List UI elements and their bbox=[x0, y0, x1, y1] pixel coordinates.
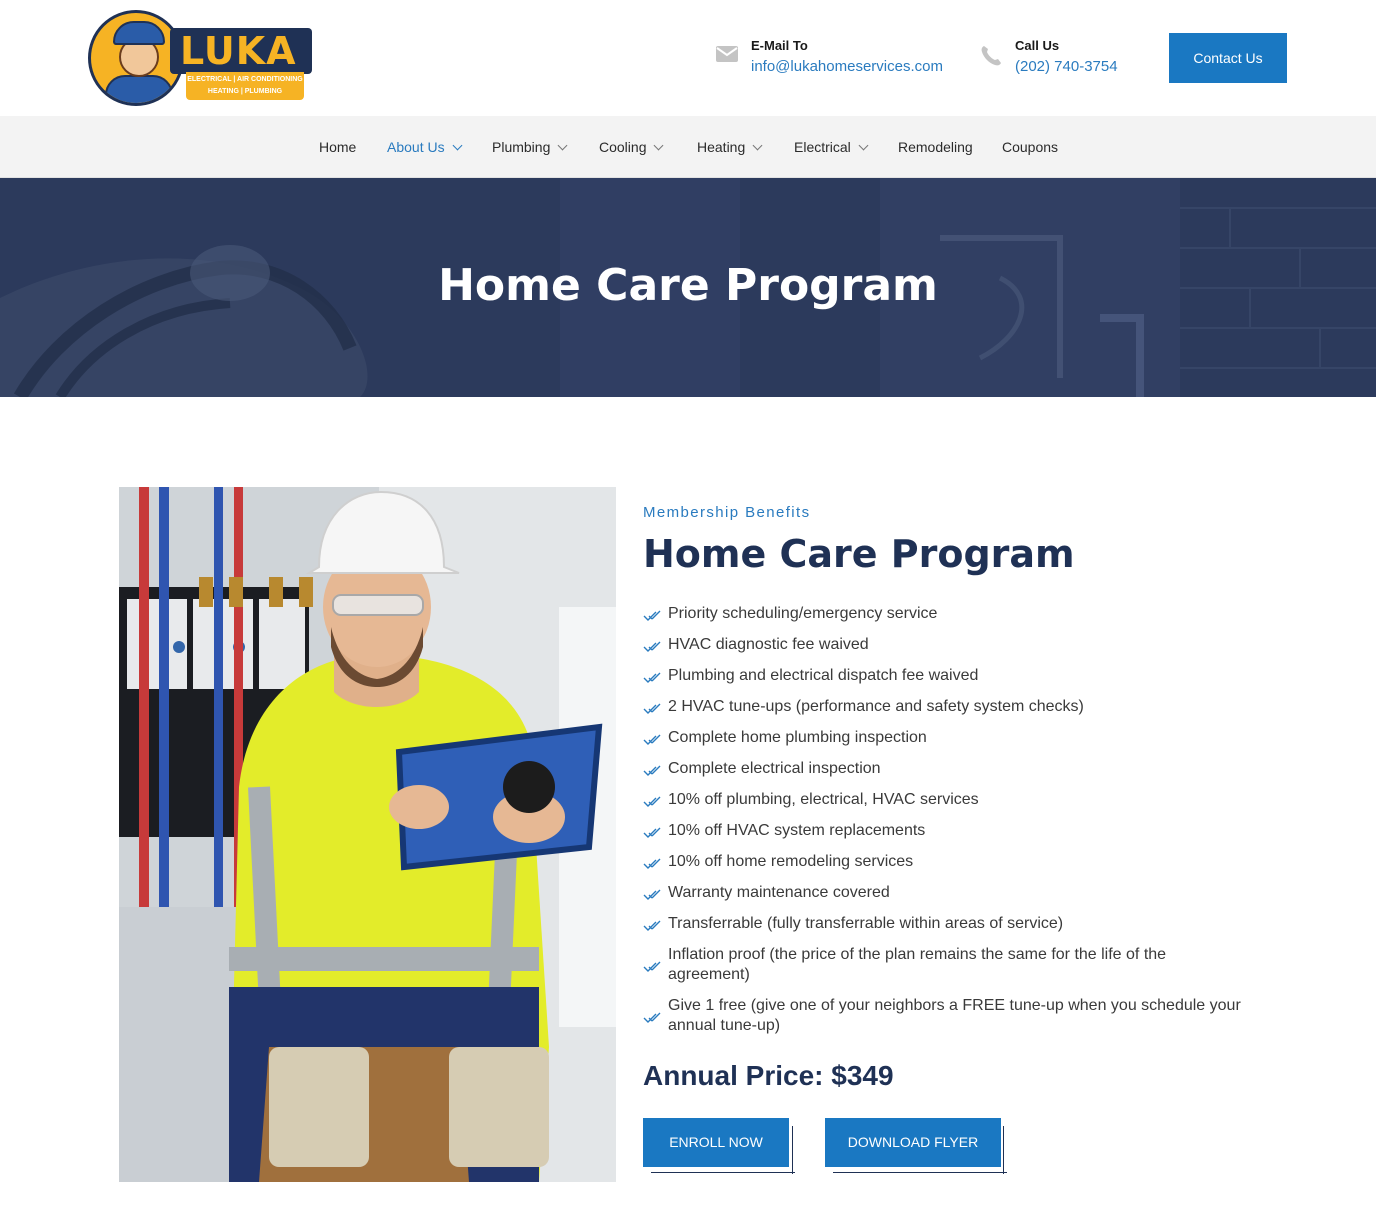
nav-label: Plumbing bbox=[492, 139, 551, 155]
double-check-icon bbox=[643, 827, 661, 838]
nav-item-electrical[interactable]: Electrical bbox=[794, 116, 869, 178]
chevron-down-icon bbox=[557, 140, 568, 151]
chevron-down-icon bbox=[858, 140, 869, 151]
nav-label: Electrical bbox=[794, 139, 851, 155]
benefit-text: 10% off plumbing, electrical, HVAC servi… bbox=[668, 791, 979, 808]
benefit-text: Complete home plumbing inspection bbox=[668, 729, 927, 746]
site-logo[interactable]: LUKA ELECTRICAL | AIR CONDITIONING HEATI… bbox=[88, 6, 314, 110]
button-accent-line bbox=[1003, 1126, 1004, 1174]
benefit-text: Give 1 free (give one of your neighbors … bbox=[668, 997, 1241, 1034]
annual-price: Annual Price: $349 bbox=[643, 1060, 894, 1091]
benefit-text: Transferrable (fully transferrable withi… bbox=[668, 915, 1064, 932]
nav-item-home[interactable]: Home bbox=[319, 116, 356, 178]
envelope-icon bbox=[715, 44, 739, 68]
chevron-down-icon bbox=[752, 140, 763, 151]
double-check-icon bbox=[643, 641, 661, 652]
nav-label: Remodeling bbox=[898, 139, 973, 155]
double-check-icon bbox=[643, 672, 661, 683]
nav-item-about-us[interactable]: About Us bbox=[387, 116, 463, 178]
section-eyebrow: Membership Benefits bbox=[643, 504, 811, 521]
nav-label: Cooling bbox=[599, 139, 647, 155]
nav-item-heating[interactable]: Heating bbox=[697, 116, 763, 178]
benefit-item: 10% off plumbing, electrical, HVAC servi… bbox=[643, 790, 979, 810]
site-header: LUKA ELECTRICAL | AIR CONDITIONING HEATI… bbox=[0, 0, 1376, 116]
chevron-down-icon bbox=[654, 140, 664, 151]
technician-illustration bbox=[119, 487, 616, 1182]
benefit-text: 2 HVAC tune-ups (performance and safety … bbox=[668, 698, 1084, 715]
logo-wordmark: LUKA bbox=[180, 29, 297, 73]
double-check-icon bbox=[643, 703, 661, 714]
technician-photo bbox=[119, 487, 616, 1182]
benefit-text: Plumbing and electrical dispatch fee wai… bbox=[668, 667, 979, 684]
double-check-icon bbox=[643, 858, 661, 869]
benefit-item: 2 HVAC tune-ups (performance and safety … bbox=[643, 697, 1084, 717]
benefit-text: HVAC diagnostic fee waived bbox=[668, 636, 869, 653]
nav-item-cooling[interactable]: Cooling bbox=[599, 116, 664, 178]
phone-label: Call Us bbox=[1015, 38, 1060, 53]
double-check-icon bbox=[643, 734, 661, 745]
double-check-icon bbox=[643, 796, 661, 807]
benefit-item: 10% off HVAC system replacements bbox=[643, 821, 925, 841]
benefit-text: Inflation proof (the price of the plan r… bbox=[668, 946, 1167, 983]
benefit-item: HVAC diagnostic fee waived bbox=[643, 635, 869, 655]
phone-icon bbox=[979, 44, 1003, 68]
nav-item-remodeling[interactable]: Remodeling bbox=[898, 116, 973, 178]
double-check-icon bbox=[643, 920, 661, 931]
page-hero: Home Care Program bbox=[0, 178, 1376, 397]
benefit-item: Complete home plumbing inspection bbox=[643, 728, 927, 748]
mascot-cap bbox=[113, 21, 165, 45]
double-check-icon bbox=[643, 610, 661, 621]
benefit-item: Priority scheduling/emergency service bbox=[643, 604, 937, 624]
benefit-item: Transferrable (fully transferrable withi… bbox=[643, 914, 1063, 934]
contact-us-button[interactable]: Contact Us bbox=[1169, 33, 1287, 83]
benefit-item: Plumbing and electrical dispatch fee wai… bbox=[643, 666, 978, 686]
nav-label: Coupons bbox=[1002, 139, 1059, 155]
phone-link[interactable]: (202) 740-3754 bbox=[1015, 58, 1118, 75]
nav-label: Home bbox=[319, 139, 357, 155]
benefit-item: Warranty maintenance covered bbox=[643, 883, 890, 903]
nav-item-coupons[interactable]: Coupons bbox=[1002, 116, 1058, 178]
chevron-down-icon bbox=[452, 140, 463, 151]
benefit-text: Priority scheduling/emergency service bbox=[668, 605, 938, 622]
section-title: Home Care Program bbox=[643, 532, 1075, 576]
email-label: E-Mail To bbox=[751, 38, 808, 53]
benefit-text: 10% off HVAC system replacements bbox=[668, 822, 926, 839]
benefit-text: 10% off home remodeling services bbox=[668, 853, 914, 870]
logo-tagline-line1: ELECTRICAL | AIR CONDITIONING bbox=[187, 76, 303, 83]
benefit-item: Give 1 free (give one of your neighbors … bbox=[643, 996, 1243, 1036]
enroll-now-button[interactable]: ENROLL NOW bbox=[643, 1118, 789, 1167]
email-link[interactable]: info@lukahomeservices.com bbox=[751, 58, 943, 75]
main-nav: Home About Us Plumbing Cooling Heating E… bbox=[0, 116, 1376, 178]
double-check-icon bbox=[643, 765, 661, 776]
mascot-body bbox=[105, 75, 173, 103]
nav-label: About Us bbox=[387, 139, 445, 155]
logo-tagline-line2: HEATING | PLUMBING bbox=[207, 88, 283, 95]
double-check-icon bbox=[643, 961, 661, 972]
double-check-icon bbox=[643, 1012, 661, 1023]
benefit-text: Warranty maintenance covered bbox=[668, 884, 890, 901]
double-check-icon bbox=[643, 889, 661, 900]
logo-tagline: ELECTRICAL | AIR CONDITIONING HEATING | … bbox=[186, 72, 304, 100]
button-accent-line bbox=[792, 1126, 793, 1174]
benefit-item: Inflation proof (the price of the plan r… bbox=[643, 945, 1223, 985]
nav-item-plumbing[interactable]: Plumbing bbox=[492, 116, 568, 178]
button-accent-line bbox=[833, 1172, 1007, 1173]
download-flyer-button[interactable]: DOWNLOAD FLYER bbox=[825, 1118, 1001, 1167]
nav-label: Heating bbox=[697, 139, 746, 155]
hero-title: Home Care Program bbox=[438, 260, 938, 311]
button-accent-line bbox=[651, 1172, 795, 1173]
benefit-text: Complete electrical inspection bbox=[668, 760, 881, 777]
benefit-item: Complete electrical inspection bbox=[643, 759, 881, 779]
benefit-item: 10% off home remodeling services bbox=[643, 852, 913, 872]
